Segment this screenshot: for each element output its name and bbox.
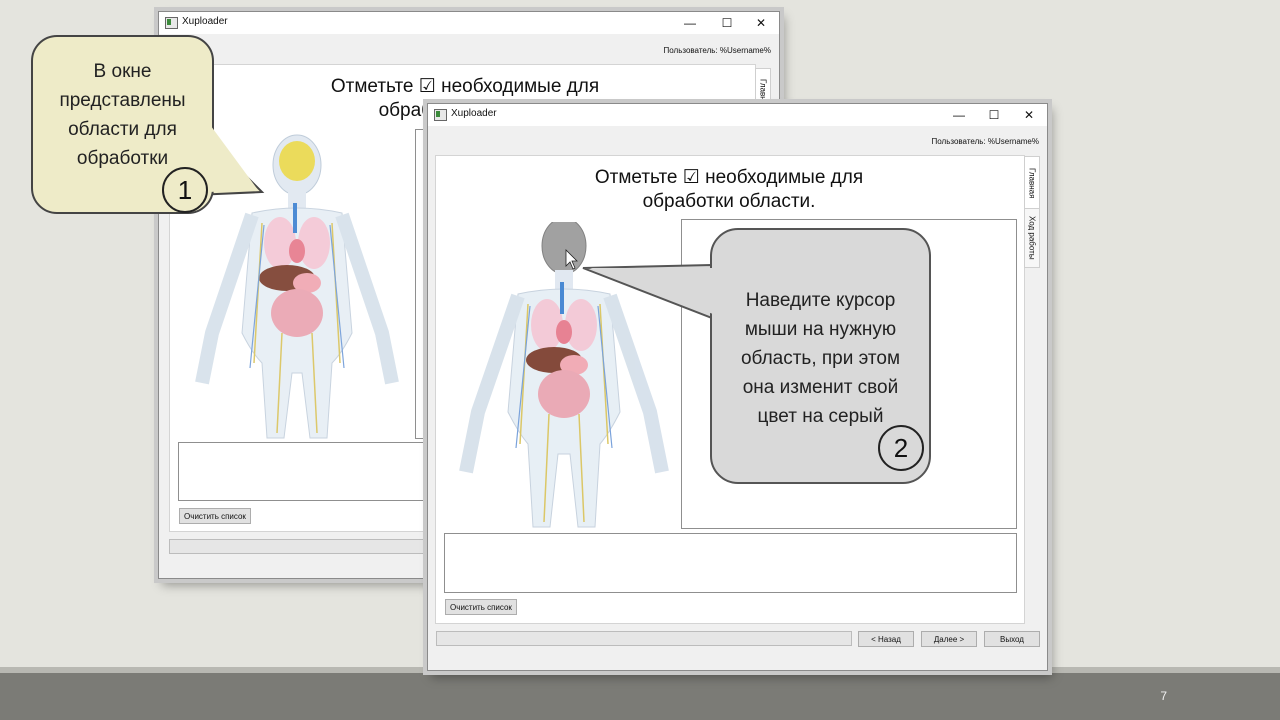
callout-2-pointer-fill [590,268,713,314]
step-2-badge: 2 [878,425,924,471]
